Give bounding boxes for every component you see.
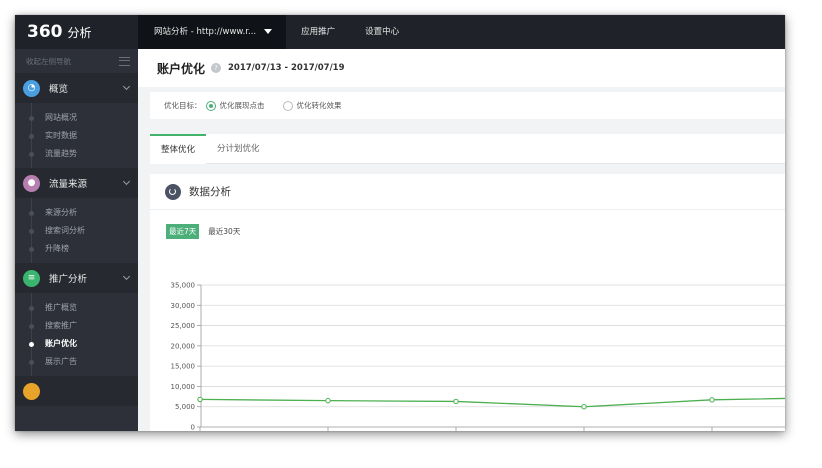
data-point <box>197 396 203 403</box>
panel-header: 数据分析 <box>150 174 785 210</box>
range-last-7-days[interactable]: 最近7天 <box>166 224 200 239</box>
sidebar-item-display-ads[interactable]: 展示广告 <box>15 353 138 371</box>
help-icon[interactable]: ? <box>211 63 222 73</box>
date-range[interactable]: 2017/07/13 - 2017/07/19 <box>228 63 345 73</box>
next-group-icon <box>23 382 40 400</box>
collapse-label: 收起左侧导航 <box>26 56 71 66</box>
y-tick-label: 25,000 <box>171 322 196 330</box>
overview-icon: ◔ <box>23 79 40 97</box>
data-analysis-panel: 数据分析 最近7天 最近30天 0 5,000 10,000 15,000 20,000… <box>150 174 785 431</box>
analysis-icon <box>165 183 181 200</box>
data-point <box>325 397 331 404</box>
sidebar-item-promotion-overview[interactable]: 推广概览 <box>15 299 138 317</box>
data-point <box>581 404 587 410</box>
sidebar-group-traffic-source[interactable]: ● 流量来源 <box>15 168 138 198</box>
sidebar: 收起左侧导航 ◔ 概览 网站概况 实时数据 流量趋势 ● 流量来源 来源分析 搜… <box>15 49 138 431</box>
site-selector[interactable]: 网站分析 - http://www.r... <box>138 15 287 49</box>
overview-items: 网站概况 实时数据 流量趋势 <box>15 103 138 168</box>
trend-chart: 0 5,000 10,000 15,000 20,000 25,000 30,000 35,0… <box>171 282 785 432</box>
sidebar-item-rank-list[interactable]: 升降榜 <box>15 240 138 258</box>
goal-option-label: 优化展现点击 <box>219 101 265 110</box>
goal-option-label: 优化转化效果 <box>296 101 342 110</box>
data-point <box>453 398 459 405</box>
y-tick-label: 20,000 <box>171 342 196 350</box>
menu-icon <box>119 56 130 66</box>
traffic-source-items: 来源分析 搜索词分析 升降榜 <box>15 198 138 263</box>
chevron-down-icon <box>122 272 131 281</box>
y-tick-label: 5,000 <box>175 403 195 411</box>
main-content: 账户优化 ? 2017/07/13 - 2017/07/19 优化目标： 优化展… <box>138 49 785 431</box>
site-selector-label: 网站分析 - http://www.r... <box>154 27 257 37</box>
y-tick-label: 35,000 <box>171 282 196 290</box>
optimization-tabs: 整体优化 分计划优化 <box>150 134 785 164</box>
promotion-items: 推广概览 搜索推广 账户优化 展示广告 <box>15 293 138 376</box>
nav-app-promotion[interactable]: 应用推广 <box>286 15 350 49</box>
panel-title: 数据分析 <box>189 186 231 198</box>
tab-overall-optimization[interactable]: 整体优化 <box>150 134 207 164</box>
sidebar-item-site-overview[interactable]: 网站概况 <box>15 109 138 127</box>
data-point <box>709 397 715 403</box>
sidebar-item-traffic-trend[interactable]: 流量趋势 <box>15 145 138 163</box>
y-tick-label: 15,000 <box>171 363 196 371</box>
radio-checked-icon <box>205 100 216 111</box>
title-bar: 账户优化 ? 2017/07/13 - 2017/07/19 <box>138 49 785 87</box>
list-icon: ≡ <box>23 269 40 287</box>
group-label: 概览 <box>49 84 69 95</box>
sidebar-item-realtime[interactable]: 实时数据 <box>15 127 138 145</box>
sidebar-item-source-analysis[interactable]: 来源分析 <box>15 204 138 222</box>
y-tick-label: 0 <box>191 424 195 432</box>
range-selector: 最近7天 最近30天 <box>166 224 249 239</box>
top-bar: 360 分析 网站分析 - http://www.r... 应用推广 设置中心 <box>15 15 785 49</box>
drop-icon: ● <box>23 174 40 192</box>
sidebar-item-search-promotion[interactable]: 搜索推广 <box>15 317 138 335</box>
nav-settings[interactable]: 设置中心 <box>350 15 414 49</box>
collapse-sidebar-button[interactable]: 收起左侧导航 <box>15 49 138 73</box>
top-nav: 网站分析 - http://www.r... 应用推广 设置中心 <box>138 15 414 49</box>
chevron-down-icon <box>122 177 131 186</box>
page-title: 账户优化 <box>157 61 206 76</box>
sidebar-group-overview[interactable]: ◔ 概览 <box>15 73 138 103</box>
goal-option-conversion[interactable]: 优化转化效果 <box>279 100 342 111</box>
range-last-30-days[interactable]: 最近30天 <box>205 224 243 239</box>
tab-plan-optimization[interactable]: 分计划优化 <box>206 134 271 164</box>
group-label: 推广分析 <box>49 274 88 285</box>
brand-mark: 360 <box>27 22 63 42</box>
y-tick-label: 10,000 <box>171 383 196 391</box>
caret-down-icon <box>264 29 273 34</box>
sidebar-group-next[interactable] <box>15 376 138 406</box>
goal-option-clicks[interactable]: 优化展现点击 <box>202 100 265 111</box>
app-window: 360 分析 网站分析 - http://www.r... 应用推广 设置中心 … <box>15 15 785 431</box>
group-label: 流量来源 <box>49 179 88 190</box>
series-line <box>199 397 785 408</box>
optimization-goal-bar: 优化目标： 优化展现点击 优化转化效果 <box>150 92 785 119</box>
brand-text: 分析 <box>67 25 92 40</box>
goal-label: 优化目标： <box>164 101 202 110</box>
radio-unchecked-icon <box>282 100 293 111</box>
sidebar-item-keyword-analysis[interactable]: 搜索词分析 <box>15 222 138 240</box>
sidebar-group-promotion[interactable]: ≡ 推广分析 <box>15 263 138 293</box>
sidebar-item-account-optimization[interactable]: 账户优化 <box>15 335 138 353</box>
chevron-down-icon <box>122 82 131 91</box>
brand-logo[interactable]: 360 分析 <box>15 15 138 49</box>
y-tick-label: 30,000 <box>171 302 196 310</box>
